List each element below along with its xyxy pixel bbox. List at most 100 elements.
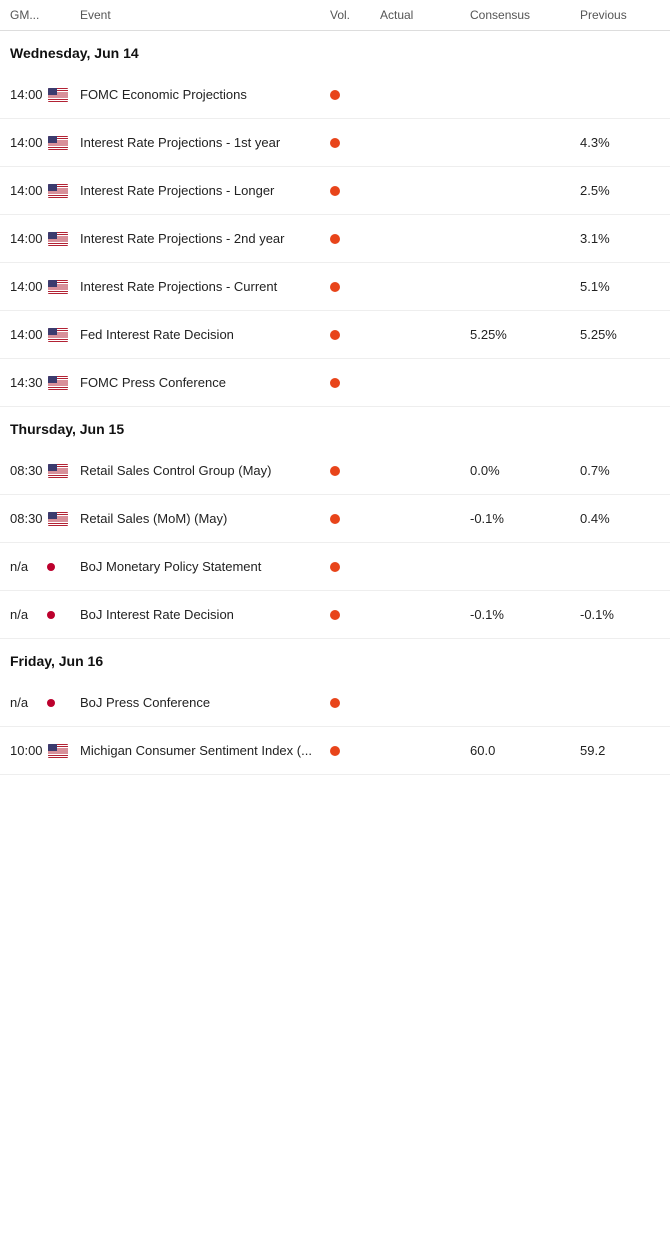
event-name: Retail Sales Control Group (May) xyxy=(80,463,330,478)
col-gmt: GM... xyxy=(10,8,80,22)
table-row[interactable]: 14:00 Interest Rate Projections - 2nd yea… xyxy=(0,215,670,263)
vol-cell xyxy=(330,282,380,292)
vol-cell xyxy=(330,234,380,244)
event-name: Fed Interest Rate Decision xyxy=(80,327,330,342)
time-cell: 14:00 xyxy=(10,327,80,342)
time-value: 14:00 xyxy=(10,183,43,198)
vol-cell xyxy=(330,330,380,340)
flag-us-icon xyxy=(48,232,68,246)
flag-us-icon xyxy=(48,744,68,758)
flag-us-icon xyxy=(48,512,68,526)
flag-us-icon xyxy=(48,464,68,478)
vol-dot-icon xyxy=(330,610,340,620)
time-value: 14:00 xyxy=(10,327,43,342)
japan-dot-icon xyxy=(47,699,55,707)
consensus-cell: 0.0% xyxy=(470,463,580,478)
event-name: FOMC Press Conference xyxy=(80,375,330,390)
time-value: 14:00 xyxy=(10,231,43,246)
col-consensus: Consensus xyxy=(470,8,580,22)
table-row[interactable]: 10:00 Michigan Consumer Sentiment Index (… xyxy=(0,727,670,775)
table-row[interactable]: n/aBoJ Press Conference xyxy=(0,679,670,727)
table-row[interactable]: n/aBoJ Monetary Policy Statement xyxy=(0,543,670,591)
japan-dot-icon xyxy=(47,563,55,571)
time-cell: 08:30 xyxy=(10,463,80,478)
previous-cell: 5.1% xyxy=(580,279,660,294)
time-cell: 08:30 xyxy=(10,511,80,526)
vol-dot-icon xyxy=(330,234,340,244)
previous-cell: 4.3% xyxy=(580,135,660,150)
time-cell: 10:00 xyxy=(10,743,80,758)
vol-cell xyxy=(330,514,380,524)
section-header-2: Friday, Jun 16 xyxy=(0,639,670,679)
table-row[interactable]: 08:30Retail Sales (MoM) (May)-0.1%0.4% xyxy=(0,495,670,543)
time-value: 14:30 xyxy=(10,375,43,390)
time-value: 08:30 xyxy=(10,463,43,478)
table-row[interactable]: 14:00 Interest Rate Projections - Longer 2… xyxy=(0,167,670,215)
vol-dot-icon xyxy=(330,562,340,572)
consensus-cell: 5.25% xyxy=(470,327,580,342)
vol-dot-icon xyxy=(330,330,340,340)
time-value: n/a xyxy=(10,695,42,710)
time-cell: n/a xyxy=(10,559,80,574)
vol-cell xyxy=(330,186,380,196)
event-name: Interest Rate Projections - 2nd year xyxy=(80,231,330,246)
vol-dot-icon xyxy=(330,698,340,708)
sections-container: Wednesday, Jun 1414:00FOMC Economic Proj… xyxy=(0,31,670,775)
previous-cell: 2.5% xyxy=(580,183,660,198)
table-row[interactable]: 08:30 Retail Sales Control Group (May) 0.0… xyxy=(0,447,670,495)
col-previous: Previous xyxy=(580,8,660,22)
table-row[interactable]: n/aBoJ Interest Rate Decision-0.1%-0.1% xyxy=(0,591,670,639)
vol-cell xyxy=(330,90,380,100)
event-name: Interest Rate Projections - Current xyxy=(80,279,330,294)
vol-dot-icon xyxy=(330,138,340,148)
japan-dot-icon xyxy=(47,611,55,619)
time-value: 14:00 xyxy=(10,135,43,150)
table-row[interactable]: 14:00 FOMC Economic Projections xyxy=(0,71,670,119)
vol-dot-icon xyxy=(330,514,340,524)
time-cell: 14:00 xyxy=(10,231,80,246)
flag-us-icon xyxy=(48,136,68,150)
previous-cell: 0.4% xyxy=(580,511,660,526)
time-cell: 14:30 xyxy=(10,375,80,390)
vol-cell xyxy=(330,138,380,148)
flag-us-icon xyxy=(48,184,68,198)
table-row[interactable]: 14:30 FOMC Press Conference xyxy=(0,359,670,407)
event-name: FOMC Economic Projections xyxy=(80,87,330,102)
time-value: 14:00 xyxy=(10,87,43,102)
section-header-1: Thursday, Jun 15 xyxy=(0,407,670,447)
vol-cell xyxy=(330,466,380,476)
vol-cell xyxy=(330,746,380,756)
table-row[interactable]: 14:00 Interest Rate Projections - 1st yea… xyxy=(0,119,670,167)
time-cell: n/a xyxy=(10,607,80,622)
time-cell: 14:00 xyxy=(10,135,80,150)
time-value: 08:30 xyxy=(10,511,43,526)
previous-cell: 0.7% xyxy=(580,463,660,478)
vol-cell xyxy=(330,562,380,572)
vol-dot-icon xyxy=(330,282,340,292)
vol-dot-icon xyxy=(330,746,340,756)
flag-us-icon xyxy=(48,88,68,102)
time-value: 10:00 xyxy=(10,743,43,758)
vol-cell xyxy=(330,698,380,708)
vol-dot-icon xyxy=(330,378,340,388)
event-name: Interest Rate Projections - Longer xyxy=(80,183,330,198)
flag-us-icon xyxy=(48,376,68,390)
table-row[interactable]: 14:00 Fed Interest Rate Decision 5.25%5.25… xyxy=(0,311,670,359)
vol-dot-icon xyxy=(330,466,340,476)
event-name: Retail Sales (MoM) (May) xyxy=(80,511,330,526)
time-value: n/a xyxy=(10,607,42,622)
event-name: BoJ Interest Rate Decision xyxy=(80,607,330,622)
table-row[interactable]: 14:00Interest Rate Projections - Current… xyxy=(0,263,670,311)
previous-cell: 3.1% xyxy=(580,231,660,246)
col-actual: Actual xyxy=(380,8,470,22)
event-name: Michigan Consumer Sentiment Index (... xyxy=(80,743,330,758)
flag-us-icon xyxy=(48,280,68,294)
event-name: Interest Rate Projections - 1st year xyxy=(80,135,330,150)
time-value: n/a xyxy=(10,559,42,574)
flag-us-icon xyxy=(48,328,68,342)
col-event: Event xyxy=(80,8,330,22)
time-cell: 14:00 xyxy=(10,279,80,294)
col-vol: Vol. xyxy=(330,8,380,22)
previous-cell: 5.25% xyxy=(580,327,660,342)
time-cell: n/a xyxy=(10,695,80,710)
